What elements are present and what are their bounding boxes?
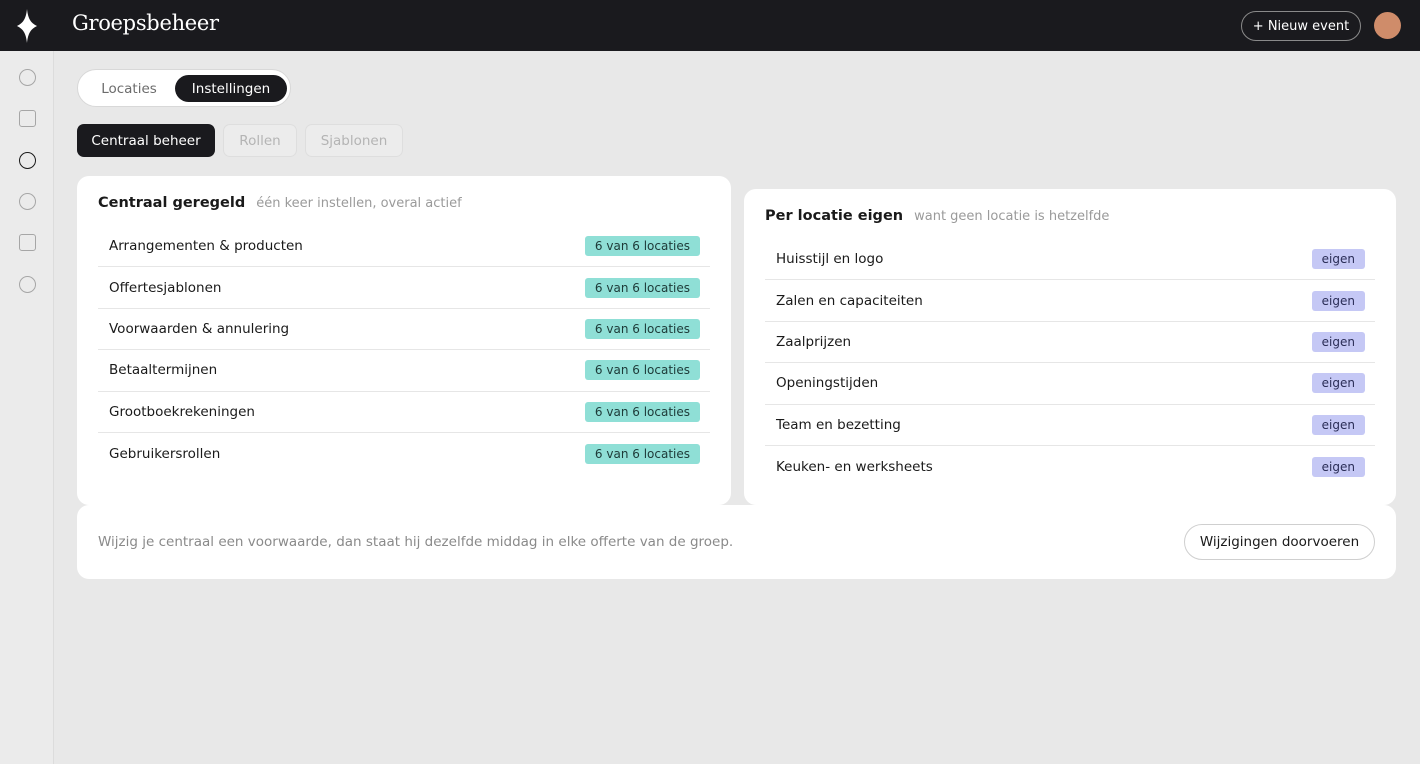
status-badge: eigen <box>1311 290 1365 311</box>
list-item-label: Zalen en capaciteiten <box>776 292 923 309</box>
list-item[interactable]: Keuken- en werksheets eigen <box>765 446 1375 487</box>
per-location-subheading: want geen locatie is hetzelfde <box>914 209 1110 224</box>
sidebar-item-4-circle-icon[interactable] <box>19 193 36 210</box>
footer-note: Wijzig je centraal een voorwaarde, dan s… <box>98 534 734 550</box>
segment-locaties[interactable]: Locaties <box>83 75 175 102</box>
status-badge: 6 van 6 locaties <box>584 443 700 464</box>
list-item-label: Team en bezetting <box>776 416 901 433</box>
status-badge: eigen <box>1311 414 1365 435</box>
segment-instellingen[interactable]: Instellingen <box>175 75 287 102</box>
status-badge: eigen <box>1311 331 1365 352</box>
list-item[interactable]: Voorwaarden & annulering 6 van 6 locatie… <box>98 309 710 351</box>
status-badge: 6 van 6 locaties <box>584 236 700 257</box>
sidebar-item-5-square-icon[interactable] <box>19 234 36 251</box>
list-item[interactable]: Openingstijden eigen <box>765 363 1375 405</box>
new-event-button[interactable]: + Nieuw event <box>1241 11 1361 41</box>
page-title: Groepsbeheer <box>72 11 219 35</box>
sidebar-item-6-circle-icon[interactable] <box>19 276 36 293</box>
apply-changes-button[interactable]: Wijzigingen doorvoeren <box>1184 524 1375 560</box>
logo[interactable] <box>0 0 54 51</box>
per-location-card-header: Per locatie eigen want geen locatie is h… <box>765 208 1109 224</box>
tab-rollen[interactable]: Rollen <box>223 124 297 157</box>
list-item-label: Grootboekrekeningen <box>109 403 255 420</box>
list-item[interactable]: Huisstijl en logo eigen <box>765 239 1375 281</box>
footer-card: Wijzig je centraal een voorwaarde, dan s… <box>77 505 1396 579</box>
central-list: Arrangementen & producten 6 van 6 locati… <box>98 226 710 474</box>
avatar[interactable] <box>1374 12 1401 39</box>
topbar: Groepsbeheer + Nieuw event <box>54 0 1420 51</box>
central-card-header: Centraal geregeld één keer instellen, ov… <box>98 195 462 211</box>
status-badge: 6 van 6 locaties <box>584 277 700 298</box>
per-location-list: Huisstijl en logo eigen Zalen en capacit… <box>765 239 1375 487</box>
tab-centraal-beheer[interactable]: Centraal beheer <box>77 124 215 157</box>
status-badge: 6 van 6 locaties <box>584 401 700 422</box>
list-item[interactable]: Grootboekrekeningen 6 van 6 locaties <box>98 392 710 433</box>
list-item-label: Arrangementen & producten <box>109 238 303 255</box>
list-item[interactable]: Team en bezetting eigen <box>765 405 1375 446</box>
list-item[interactable]: Arrangementen & producten 6 van 6 locati… <box>98 226 710 268</box>
central-heading: Centraal geregeld <box>98 195 246 211</box>
tab-sjablonen[interactable]: Sjablonen <box>305 124 403 157</box>
diamond-logo-icon <box>17 8 37 43</box>
per-location-heading: Per locatie eigen <box>765 208 904 224</box>
status-badge: 6 van 6 locaties <box>584 318 700 339</box>
central-subheading: één keer instellen, overal actief <box>256 196 462 211</box>
list-item-label: Openingstijden <box>776 375 879 392</box>
list-item-label: Gebruikersrollen <box>109 445 221 462</box>
list-item[interactable]: Zalen en capaciteiten eigen <box>765 280 1375 322</box>
status-badge: eigen <box>1311 249 1365 270</box>
central-settings-card: Centraal geregeld één keer instellen, ov… <box>77 176 731 505</box>
sidebar-item-3-circle-icon[interactable] <box>19 152 36 169</box>
list-item-label: Keuken- en werksheets <box>776 458 933 475</box>
list-item-label: Offertesjablonen <box>109 279 222 296</box>
view-segmented-control: Locaties Instellingen <box>77 69 291 107</box>
list-item[interactable]: Offertesjablonen 6 van 6 locaties <box>98 267 710 309</box>
list-item[interactable]: Betaaltermijnen 6 van 6 locaties <box>98 350 710 392</box>
per-location-card: Per locatie eigen want geen locatie is h… <box>744 189 1396 505</box>
status-badge: eigen <box>1311 456 1365 477</box>
list-item[interactable]: Zaalprijzen eigen <box>765 322 1375 364</box>
sidebar <box>0 0 54 764</box>
sidebar-item-1-circle-icon[interactable] <box>19 69 36 86</box>
sidebar-item-2-square-icon[interactable] <box>19 110 36 127</box>
list-item-label: Betaaltermijnen <box>109 362 218 379</box>
status-badge: eigen <box>1311 373 1365 394</box>
list-item[interactable]: Gebruikersrollen 6 van 6 locaties <box>98 433 710 474</box>
list-item-label: Huisstijl en logo <box>776 251 884 268</box>
list-item-label: Zaalprijzen <box>776 333 852 350</box>
list-item-label: Voorwaarden & annulering <box>109 320 290 337</box>
status-badge: 6 van 6 locaties <box>584 360 700 381</box>
